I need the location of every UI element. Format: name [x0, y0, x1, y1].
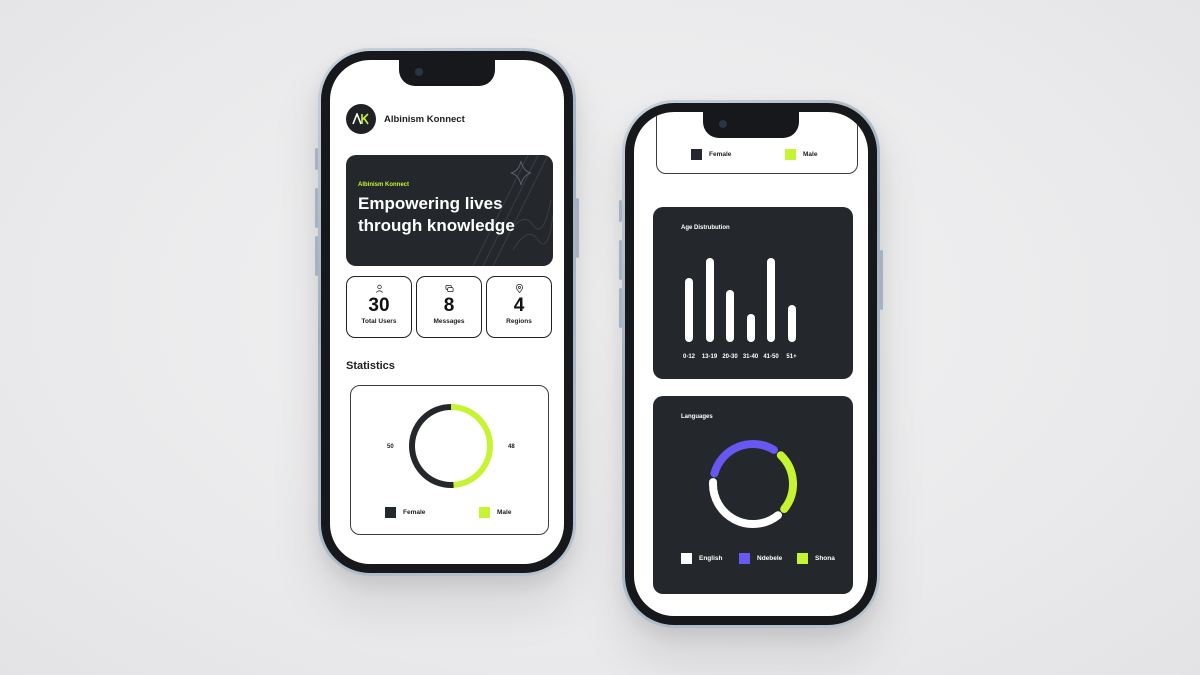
app-name: Albinism Konnect: [384, 113, 465, 125]
stat-value: 4: [513, 295, 525, 316]
age-bar-31-40: [746, 314, 755, 342]
stats-row: 30 Total Users 8 Messages 4 Regions: [346, 276, 552, 338]
legend-item-shona: Shona: [797, 553, 835, 564]
notch: [703, 112, 799, 138]
age-distribution-card[interactable]: Age Distrubution 0-12 13-19 20-30 31-40 41-5…: [653, 207, 853, 379]
shona-slice: [776, 451, 797, 514]
hero-eyebrow: Albinism Konnect: [358, 182, 410, 188]
stat-label: Regions: [506, 318, 532, 325]
stat-card-users[interactable]: 30 Total Users: [346, 276, 412, 338]
legend-item-ndebele: Ndebele: [739, 553, 782, 564]
legend-item-female: Female: [691, 149, 731, 160]
app-logo[interactable]: [346, 104, 376, 134]
legend-item-english: English: [681, 553, 722, 564]
gender-donut-chart: [409, 404, 493, 488]
age-distribution-title: Age Distrubution: [681, 225, 730, 231]
languages-title: Languages: [681, 414, 713, 420]
user-icon: [375, 284, 383, 293]
age-tick-label: 51+: [786, 354, 797, 360]
ak-logo-icon: [352, 113, 369, 125]
legend-label: Female: [709, 151, 732, 158]
stat-value: 8: [443, 295, 455, 316]
legend-label: English: [699, 555, 723, 562]
hero-banner[interactable]: Albinism Konnect Empowering lives throug…: [346, 155, 553, 266]
languages-card[interactable]: Languages English Ndebele Shona: [653, 396, 853, 594]
age-bar-0-12: [685, 278, 693, 342]
female-swatch: [385, 507, 396, 518]
age-bar-51+: [787, 305, 796, 342]
male-swatch: [479, 507, 490, 518]
female-slice: [409, 404, 454, 488]
legend-label: Ndebele: [757, 555, 783, 562]
legend-item-male: Male: [479, 507, 511, 518]
stat-value: 30: [368, 295, 390, 316]
stat-card-regions[interactable]: 4 Regions: [486, 276, 552, 338]
stat-label: Total Users: [361, 318, 397, 325]
stat-label: Messages: [433, 318, 465, 325]
location-pin-icon: [515, 284, 523, 293]
legend-item-male: Male: [785, 149, 817, 160]
shona-swatch: [797, 553, 808, 564]
female-swatch: [691, 149, 702, 160]
phone-mockup-stats: Female Male Age Distrubution 0-12 13-19 20…: [619, 100, 883, 628]
app-header: Albinism Konnect: [346, 104, 465, 134]
legend-label: Male: [497, 509, 512, 516]
home-screen: Albinism Konnect Albinism Konnect Empowe…: [330, 60, 564, 564]
languages-donut-chart: [709, 440, 797, 528]
statistics-screen: Female Male Age Distrubution 0-12 13-19 20…: [634, 112, 868, 616]
male-slice: [450, 404, 493, 488]
gender-chart-card[interactable]: 50 48 Female Male: [350, 385, 549, 535]
hero-title: Empowering lives through knowledge: [358, 194, 515, 235]
english-swatch: [681, 553, 692, 564]
legend-label: Female: [403, 509, 426, 516]
male-swatch: [785, 149, 796, 160]
messages-icon: [445, 284, 453, 293]
stat-card-messages[interactable]: 8 Messages: [416, 276, 482, 338]
english-slice: [709, 478, 783, 528]
age-bar-41-50: [767, 258, 775, 342]
legend-item-female: Female: [385, 507, 425, 518]
legend-label: Shona: [815, 555, 835, 562]
notch: [399, 60, 495, 86]
female-value-label: 50: [387, 444, 394, 450]
statistics-heading: Statistics: [346, 360, 395, 372]
phone-mockup-home: Albinism Konnect Albinism Konnect Empowe…: [315, 48, 579, 576]
male-value-label: 48: [508, 444, 515, 450]
ndebele-swatch: [739, 553, 750, 564]
ndebele-slice: [710, 440, 778, 478]
legend-label: Male: [803, 151, 818, 158]
age-bar-20-30: [726, 290, 734, 342]
age-bar-13-19: [705, 258, 714, 342]
